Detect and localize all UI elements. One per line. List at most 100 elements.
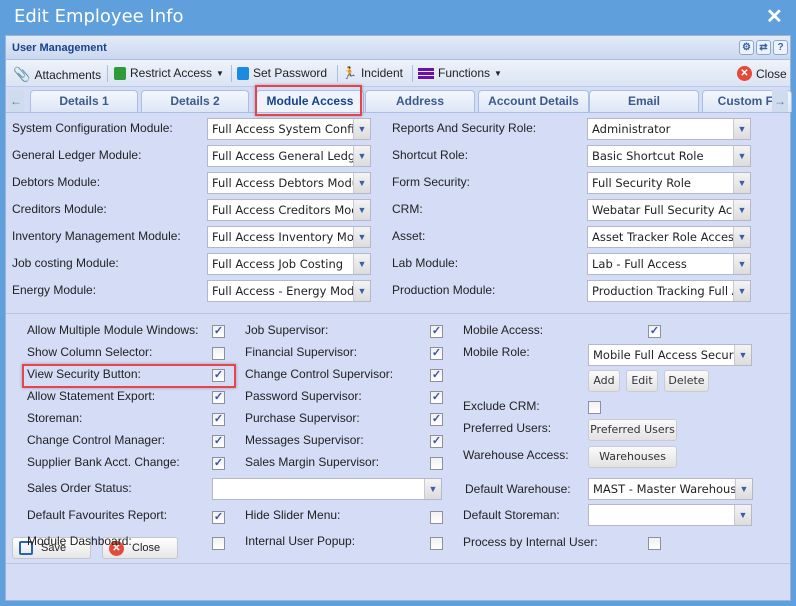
option-checkbox[interactable] <box>430 457 443 470</box>
option-checkbox[interactable]: ✓ <box>212 457 225 470</box>
role-select[interactable]: Webatar Full Security Access▼ <box>587 199 751 221</box>
role-select[interactable]: Asset Tracker Role Access ▼ <box>587 226 751 248</box>
module-select[interactable]: Full Access System Config ▼ <box>207 118 371 140</box>
chevron-down-icon[interactable]: ▼ <box>353 254 370 274</box>
module-dashboard-checkbox[interactable] <box>212 537 225 550</box>
chevron-down-icon[interactable]: ▼ <box>733 254 750 274</box>
functions-button[interactable]: Functions ▼ <box>418 66 502 80</box>
preferred-users-button[interactable]: Preferred Users <box>588 419 677 441</box>
option-checkbox[interactable]: ✓ <box>430 347 443 360</box>
sales-order-status-select[interactable]: ▼ <box>212 478 442 500</box>
tab-scroll-left-icon[interactable]: ← <box>8 90 24 112</box>
mobile-access-checkbox[interactable]: ✓ <box>648 325 661 338</box>
process-internal-label: Process by Internal User: <box>463 535 598 549</box>
chevron-down-icon[interactable]: ▼ <box>733 146 750 166</box>
refresh-icon[interactable]: ⇄ <box>756 40 771 55</box>
divider <box>231 65 232 82</box>
restrict-access-button[interactable]: Restrict Access ▼ <box>114 66 224 80</box>
chevron-down-icon[interactable]: ▼ <box>353 173 370 193</box>
role-select-value: Administrator <box>592 122 671 136</box>
tab-account-details[interactable]: Account Details <box>478 90 589 112</box>
exclude-crm-checkbox[interactable] <box>588 401 601 414</box>
window-title: Edit Employee Info <box>14 6 184 27</box>
toolbar: 📎 Attachments Restrict Access ▼ Set Passwo… <box>6 60 790 87</box>
role-label: Asset: <box>392 229 426 243</box>
option-checkbox[interactable] <box>212 347 225 360</box>
option-label: Supplier Bank Acct. Change: <box>27 455 180 469</box>
module-select[interactable]: Full Access Creditors Module▼ <box>207 199 371 221</box>
option-checkbox[interactable]: ✓ <box>212 435 225 448</box>
option-checkbox[interactable]: ✓ <box>430 369 443 382</box>
option-checkbox[interactable]: ✓ <box>430 413 443 426</box>
chevron-down-icon[interactable]: ▼ <box>424 479 441 499</box>
role-select-value: Production Tracking Full Access <box>592 284 733 298</box>
role-select[interactable]: Full Security Role ▼ <box>587 172 751 194</box>
set-password-label: Set Password <box>253 66 328 80</box>
process-internal-checkbox[interactable] <box>648 537 661 550</box>
option-checkbox[interactable]: ✓ <box>212 325 225 338</box>
set-password-button[interactable]: Set Password <box>237 66 327 80</box>
option-checkbox[interactable]: ✓ <box>212 391 225 404</box>
option-label: Job Supervisor: <box>245 323 329 337</box>
chevron-down-icon[interactable]: ▼ <box>353 146 370 166</box>
paperclip-icon: 📎 <box>13 66 31 82</box>
exclude-crm-label: Exclude CRM: <box>463 399 540 413</box>
option-label: Financial Supervisor: <box>245 345 358 359</box>
chevron-down-icon[interactable]: ▼ <box>353 227 370 247</box>
chevron-down-icon[interactable]: ▼ <box>734 505 751 525</box>
close-toolbar-button[interactable]: ✕ Close <box>737 66 787 81</box>
tab-details-1[interactable]: Details 1 <box>30 90 138 112</box>
gear-icon[interactable]: ⚙ <box>739 40 754 55</box>
internal-popup-label: Internal User Popup: <box>245 534 356 548</box>
option-label: Show Column Selector: <box>27 345 153 359</box>
chevron-down-icon[interactable]: ▼ <box>733 227 750 247</box>
chevron-down-icon[interactable]: ▼ <box>734 345 751 365</box>
warehouses-button[interactable]: Warehouses <box>588 446 677 468</box>
tab-scroll-right-icon[interactable]: → <box>772 90 788 112</box>
chevron-down-icon[interactable]: ▼ <box>733 281 750 301</box>
chevron-down-icon[interactable]: ▼ <box>353 119 370 139</box>
role-label: Lab Module: <box>392 256 459 270</box>
option-checkbox[interactable]: ✓ <box>430 435 443 448</box>
role-select[interactable]: Basic Shortcut Role ▼ <box>587 145 751 167</box>
role-select[interactable]: Lab - Full Access ▼ <box>587 253 751 275</box>
option-checkbox[interactable]: ✓ <box>430 391 443 404</box>
role-select-value: Full Security Role <box>592 176 691 190</box>
delete-button[interactable]: Delete <box>664 370 709 392</box>
module-select[interactable]: Full Access Debtors Module▼ <box>207 172 371 194</box>
module-label: Debtors Module: <box>12 175 101 189</box>
help-icon[interactable]: ? <box>773 40 788 55</box>
module-select[interactable]: Full Access Inventory Module▼ <box>207 226 371 248</box>
internal-popup-checkbox[interactable] <box>430 537 443 550</box>
role-select[interactable]: Administrator ▼ <box>587 118 751 140</box>
option-checkbox[interactable]: ✓ <box>430 325 443 338</box>
incident-button[interactable]: 🏃 Incident <box>342 66 403 80</box>
hide-slider-checkbox[interactable] <box>430 511 443 524</box>
chevron-down-icon[interactable]: ▼ <box>353 281 370 301</box>
chevron-down-icon[interactable]: ▼ <box>733 200 750 220</box>
close-icon[interactable]: ✕ <box>766 4 783 29</box>
option-checkbox[interactable]: ✓ <box>212 413 225 426</box>
tab-email[interactable]: Email <box>589 90 699 112</box>
chevron-down-icon[interactable]: ▼ <box>733 119 750 139</box>
default-storeman-select[interactable]: ▼ <box>588 504 752 526</box>
mobile-role-label: Mobile Role: <box>463 345 530 359</box>
tab-address[interactable]: Address <box>365 90 475 112</box>
role-select[interactable]: Production Tracking Full Access▼ <box>587 280 751 302</box>
option-label: Allow Statement Export: <box>27 389 156 403</box>
module-select[interactable]: Full Access Job Costing ▼ <box>207 253 371 275</box>
tab-details-2[interactable]: Details 2 <box>141 90 249 112</box>
default-warehouse-select[interactable]: MAST - Master Warehouse ▼ <box>588 478 753 500</box>
chevron-down-icon[interactable]: ▼ <box>353 200 370 220</box>
add-button[interactable]: Add <box>588 370 620 392</box>
lock-icon <box>114 66 126 80</box>
chevron-down-icon[interactable]: ▼ <box>733 173 750 193</box>
module-select[interactable]: Full Access - Energy Module▼ <box>207 280 371 302</box>
chevron-down-icon[interactable]: ▼ <box>735 479 752 499</box>
hide-slider-label: Hide Slider Menu: <box>245 508 341 522</box>
edit-button[interactable]: Edit <box>626 370 658 392</box>
default-favourites-checkbox[interactable]: ✓ <box>212 511 225 524</box>
attachments-button[interactable]: 📎 Attachments <box>13 66 101 83</box>
module-select[interactable]: Full Access General Ledger ▼ <box>207 145 371 167</box>
mobile-role-select[interactable]: Mobile Full Access Security ▼ <box>588 344 752 366</box>
